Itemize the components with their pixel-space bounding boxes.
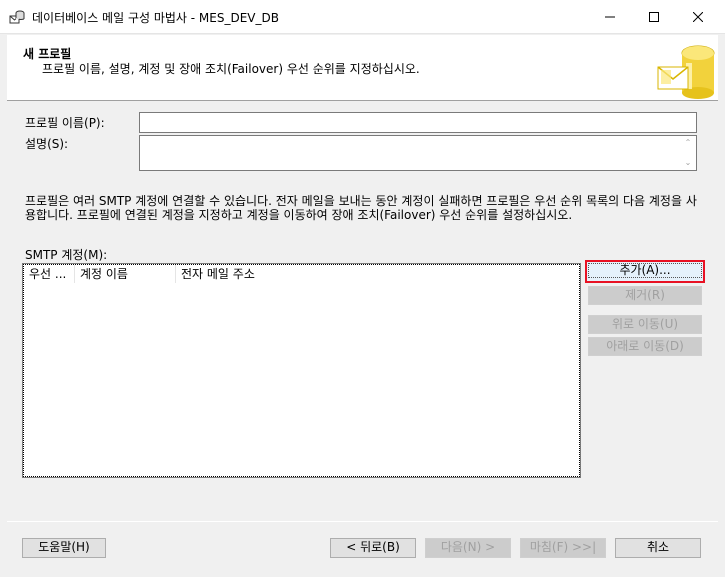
add-account-label: 추가(A)... xyxy=(588,263,702,278)
database-mail-icon xyxy=(9,9,25,25)
maximize-button[interactable] xyxy=(631,0,677,34)
description-input[interactable]: ⌃ ⌄ xyxy=(139,135,697,171)
description-scrollbar[interactable]: ⌃ ⌄ xyxy=(682,138,694,168)
profile-name-label: 프로필 이름(P): xyxy=(25,116,105,130)
finish-button[interactable]: 마침(F) >>| xyxy=(520,538,606,558)
move-down-button[interactable]: 아래로 이동(D) xyxy=(588,337,702,356)
scroll-up-icon[interactable]: ⌃ xyxy=(682,138,694,148)
cancel-button[interactable]: 취소 xyxy=(615,538,701,558)
minimize-button[interactable] xyxy=(587,0,633,34)
wizard-header: 새 프로필 프로필 이름, 설명, 계정 및 장애 조치(Failover) 우… xyxy=(7,35,718,101)
next-button[interactable]: 다음(N) > xyxy=(425,538,511,558)
close-icon xyxy=(693,12,703,22)
smtp-accounts-header: 우선 ... 계정 이름 전자 메일 주소 xyxy=(24,265,579,283)
maximize-icon xyxy=(649,12,659,22)
close-button[interactable] xyxy=(675,0,721,34)
description-label: 설명(S): xyxy=(25,137,69,151)
column-header-account-name[interactable]: 계정 이름 xyxy=(75,265,176,283)
window-title: 데이터베이스 메일 구성 마법사 - MES_DEV_DB xyxy=(32,11,279,25)
database-mail-banner-icon xyxy=(656,41,716,99)
smtp-accounts-label: SMTP 계정(M): xyxy=(25,248,108,262)
move-up-button[interactable]: 위로 이동(U) xyxy=(588,315,702,334)
remove-account-button[interactable]: 제거(R) xyxy=(588,286,702,305)
add-account-button[interactable]: 추가(A)... xyxy=(585,260,705,283)
info-text: 프로필은 여러 SMTP 계정에 연결할 수 있습니다. 전자 메일을 보내는 … xyxy=(25,194,697,222)
footer-separator xyxy=(7,521,718,522)
profile-name-input[interactable] xyxy=(139,112,697,133)
column-header-email-address[interactable]: 전자 메일 주소 xyxy=(176,265,396,283)
help-button[interactable]: 도움말(H) xyxy=(22,538,106,558)
scroll-down-icon[interactable]: ⌄ xyxy=(682,158,694,168)
column-header-priority[interactable]: 우선 ... xyxy=(24,265,75,283)
minimize-icon xyxy=(605,16,615,18)
back-button[interactable]: < 뒤로(B) xyxy=(330,538,416,558)
title-bar: 데이터베이스 메일 구성 마법사 - MES_DEV_DB xyxy=(0,0,725,34)
page-description: 프로필 이름, 설명, 계정 및 장애 조치(Failover) 우선 순위를 … xyxy=(42,62,420,76)
smtp-accounts-list[interactable]: 우선 ... 계정 이름 전자 메일 주소 xyxy=(22,263,581,478)
